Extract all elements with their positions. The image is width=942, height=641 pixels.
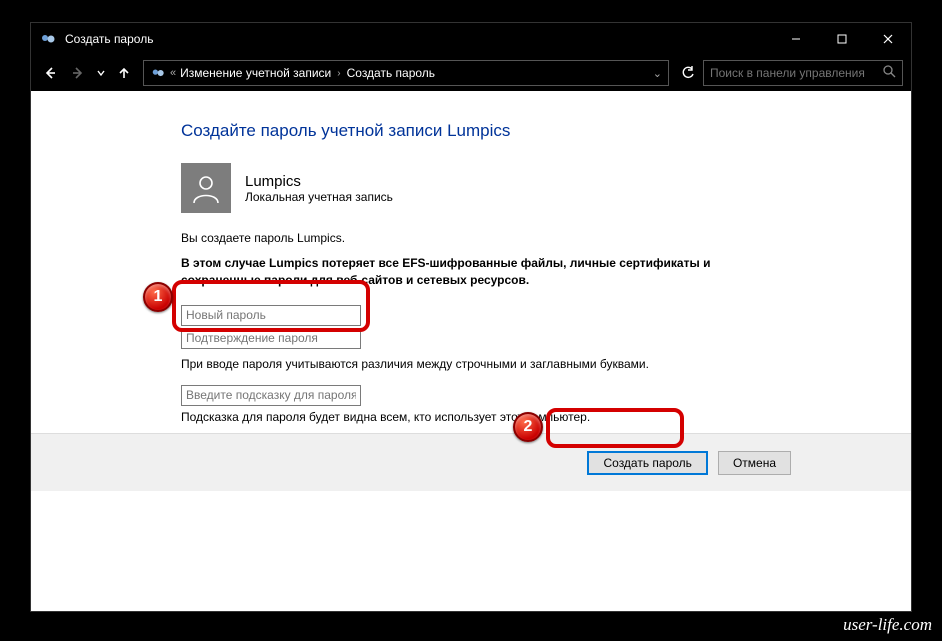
footer-bar: Создать пароль Отмена: [31, 433, 911, 491]
page-heading: Создайте пароль учетной записи Lumpics: [181, 121, 881, 141]
chevron-down-icon[interactable]: ⌄: [653, 67, 662, 80]
breadcrumb-item-2[interactable]: Создать пароль: [347, 66, 435, 80]
bottom-spacer: [31, 491, 911, 611]
titlebar: Создать пароль: [31, 23, 911, 55]
search-box[interactable]: [703, 60, 903, 86]
window-controls: [773, 23, 911, 55]
search-icon[interactable]: [883, 65, 896, 81]
back-button[interactable]: [37, 60, 63, 86]
password-fields: [181, 305, 371, 349]
refresh-button[interactable]: [675, 60, 701, 86]
recent-dropdown[interactable]: [93, 60, 109, 86]
search-input[interactable]: [710, 66, 879, 80]
info-text: Вы создаете пароль Lumpics.: [181, 231, 881, 245]
breadcrumb[interactable]: « Изменение учетной записи › Создать пар…: [143, 60, 669, 86]
watermark: user-life.com: [843, 615, 932, 635]
create-password-button[interactable]: Создать пароль: [587, 451, 707, 475]
user-block: Lumpics Локальная учетная запись: [181, 163, 881, 213]
user-avatar: [181, 163, 231, 213]
window-title: Создать пароль: [65, 32, 773, 46]
cancel-button[interactable]: Отмена: [718, 451, 791, 475]
warning-text: В этом случае Lumpics потеряет все EFS-ш…: [181, 255, 781, 289]
chevron-right-icon: ›: [337, 68, 340, 79]
breadcrumb-item-1[interactable]: Изменение учетной записи: [180, 66, 331, 80]
content-area: Создайте пароль учетной записи Lumpics L…: [31, 91, 911, 611]
breadcrumb-prefix: «: [170, 67, 176, 79]
case-note: При вводе пароля учитываются различия ме…: [181, 357, 781, 371]
navbar: « Изменение учетной записи › Создать пар…: [31, 55, 911, 91]
hint-note: Подсказка для пароля будет видна всем, к…: [181, 410, 881, 424]
forward-button[interactable]: [65, 60, 91, 86]
maximize-button[interactable]: [819, 23, 865, 55]
confirm-password-input[interactable]: [181, 328, 361, 349]
user-info: Lumpics Локальная учетная запись: [245, 173, 393, 204]
user-type: Локальная учетная запись: [245, 190, 393, 204]
new-password-input[interactable]: [181, 305, 361, 326]
app-icon: [39, 30, 57, 48]
minimize-button[interactable]: [773, 23, 819, 55]
close-button[interactable]: [865, 23, 911, 55]
accounts-icon: [150, 65, 166, 81]
password-hint-input[interactable]: [181, 385, 361, 406]
user-name: Lumpics: [245, 173, 393, 190]
up-button[interactable]: [111, 60, 137, 86]
window: Создать пароль: [30, 22, 912, 612]
